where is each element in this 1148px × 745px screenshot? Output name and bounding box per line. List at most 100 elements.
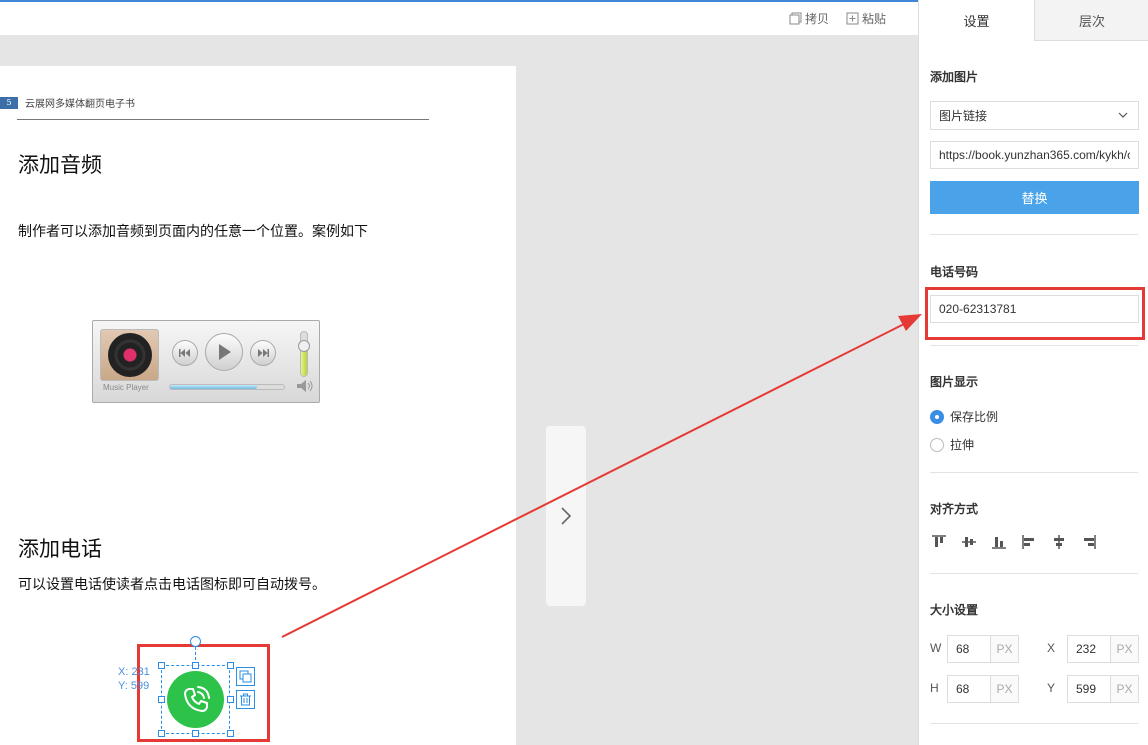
editor-canvas[interactable]: 5 云展网多媒体翻页电子书 添加音频 制作者可以添加音频到页面内的任意一个位置。… (0, 35, 918, 745)
phone-heading: 添加电话 (18, 538, 102, 561)
highlight-frame-phone-field (925, 287, 1145, 340)
play-button[interactable] (205, 333, 243, 371)
resize-handle-s[interactable] (192, 730, 199, 737)
radio-selected-icon[interactable] (930, 409, 944, 424)
resize-handle-nw[interactable] (158, 662, 165, 669)
selection-y-readout: Y: 599 (118, 680, 150, 692)
player-progress-bar[interactable] (169, 384, 285, 390)
page-number: 5 (0, 96, 18, 109)
width-label: W (930, 641, 942, 655)
paste-button[interactable]: 粘贴 (846, 10, 886, 27)
x-value[interactable]: 232 (1068, 636, 1111, 662)
align-right-button[interactable] (1080, 533, 1098, 551)
width-unit: PX (991, 636, 1018, 662)
align-top-button[interactable] (930, 533, 948, 551)
width-input[interactable]: 68 PX (947, 635, 1019, 663)
music-player-widget[interactable]: Music Player (92, 320, 320, 403)
resize-handle-w[interactable] (158, 696, 165, 703)
align-right-icon (1084, 535, 1096, 549)
align-bottom-button[interactable] (990, 533, 1008, 551)
speaker-icon[interactable] (296, 379, 314, 398)
play-icon (219, 344, 231, 360)
audio-heading: 添加音频 (18, 154, 102, 177)
tab-layers[interactable]: 层次 (1034, 0, 1148, 41)
height-unit: PX (991, 676, 1018, 702)
resize-handle-e[interactable] (227, 696, 234, 703)
copy-icon (789, 12, 802, 25)
paste-icon (846, 12, 859, 25)
volume-knob[interactable] (298, 340, 310, 352)
next-page-button[interactable] (546, 426, 586, 606)
phone-icon (183, 685, 210, 712)
editor-toolbar: 拷贝 粘贴 (0, 2, 918, 35)
align-left-button[interactable] (1020, 533, 1038, 551)
page-header: 5 云展网多媒体翻页电子书 (0, 95, 135, 110)
divider (930, 472, 1138, 473)
align-bottom-icon (992, 537, 1006, 549)
panel-tabs: 设置 层次 (919, 0, 1148, 41)
height-label: H (930, 681, 939, 695)
x-label: X (1047, 641, 1056, 655)
previous-track-button[interactable] (172, 340, 198, 366)
display-option-stretch[interactable]: 拉伸 (930, 436, 974, 453)
chevron-right-icon (561, 507, 572, 525)
divider (930, 234, 1138, 235)
image-source-value: 图片链接 (939, 109, 988, 123)
align-center-button[interactable] (1050, 533, 1068, 551)
next-icon (258, 349, 269, 357)
image-source-select[interactable]: 图片链接 (930, 101, 1139, 130)
album-art (100, 329, 159, 381)
height-value[interactable]: 68 (948, 676, 991, 702)
duplicate-element-button[interactable] (236, 667, 255, 686)
music-player-label: Music Player (103, 383, 149, 392)
delete-element-button[interactable] (236, 690, 255, 709)
volume-slider[interactable] (298, 331, 310, 377)
copy-button[interactable]: 拷贝 (789, 10, 829, 27)
align-center-icon (1054, 535, 1064, 549)
resize-handle-se[interactable] (227, 730, 234, 737)
x-unit: PX (1111, 636, 1138, 662)
phone-description: 可以设置电话使读者点击电话图标即可自动拨号。 (18, 576, 326, 592)
align-top-icon (932, 535, 946, 547)
display-option-keep-ratio[interactable]: 保存比例 (930, 408, 998, 425)
align-middle-button[interactable] (960, 533, 978, 551)
copy-label: 拷贝 (805, 12, 830, 26)
page-header-rule (17, 119, 429, 120)
page-header-text: 云展网多媒体翻页电子书 (25, 99, 135, 110)
resize-handle-ne[interactable] (227, 662, 234, 669)
next-track-button[interactable] (250, 340, 276, 366)
replace-image-button[interactable]: 替换 (930, 181, 1139, 214)
audio-description: 制作者可以添加音频到页面内的任意一个位置。案例如下 (18, 223, 368, 239)
tab-settings[interactable]: 设置 (919, 0, 1034, 41)
y-input[interactable]: 599 PX (1067, 675, 1139, 703)
alignment-heading: 对齐方式 (930, 502, 979, 516)
trash-icon (240, 693, 251, 706)
properties-panel: 设置 层次 添加图片 图片链接 替换 电话号码 图片显示 保存比例 拉伸 对齐方… (918, 0, 1148, 745)
y-unit: PX (1111, 676, 1138, 702)
align-left-icon (1022, 535, 1034, 549)
vinyl-icon (107, 333, 152, 377)
image-url-input[interactable] (930, 141, 1139, 169)
phone-number-heading: 电话号码 (930, 265, 979, 279)
x-input[interactable]: 232 PX (1067, 635, 1139, 663)
duplicate-icon (239, 670, 252, 683)
display-option-label: 保存比例 (950, 410, 999, 424)
divider (930, 345, 1138, 346)
y-label: Y (1047, 681, 1056, 695)
y-value[interactable]: 599 (1068, 676, 1111, 702)
divider (930, 723, 1138, 724)
rotate-handle[interactable] (190, 636, 201, 647)
paste-label: 粘贴 (862, 12, 887, 26)
height-input[interactable]: 68 PX (947, 675, 1019, 703)
resize-handle-sw[interactable] (158, 730, 165, 737)
player-progress-fill (170, 385, 257, 389)
previous-icon (179, 349, 190, 357)
resize-handle-n[interactable] (192, 662, 199, 669)
radio-icon[interactable] (930, 437, 944, 452)
width-value[interactable]: 68 (948, 636, 991, 662)
size-settings-heading: 大小设置 (930, 603, 979, 617)
alignment-buttons (930, 533, 1098, 551)
chevron-down-icon (1118, 112, 1128, 118)
display-option-label: 拉伸 (950, 438, 975, 452)
phone-call-button[interactable] (167, 671, 224, 728)
